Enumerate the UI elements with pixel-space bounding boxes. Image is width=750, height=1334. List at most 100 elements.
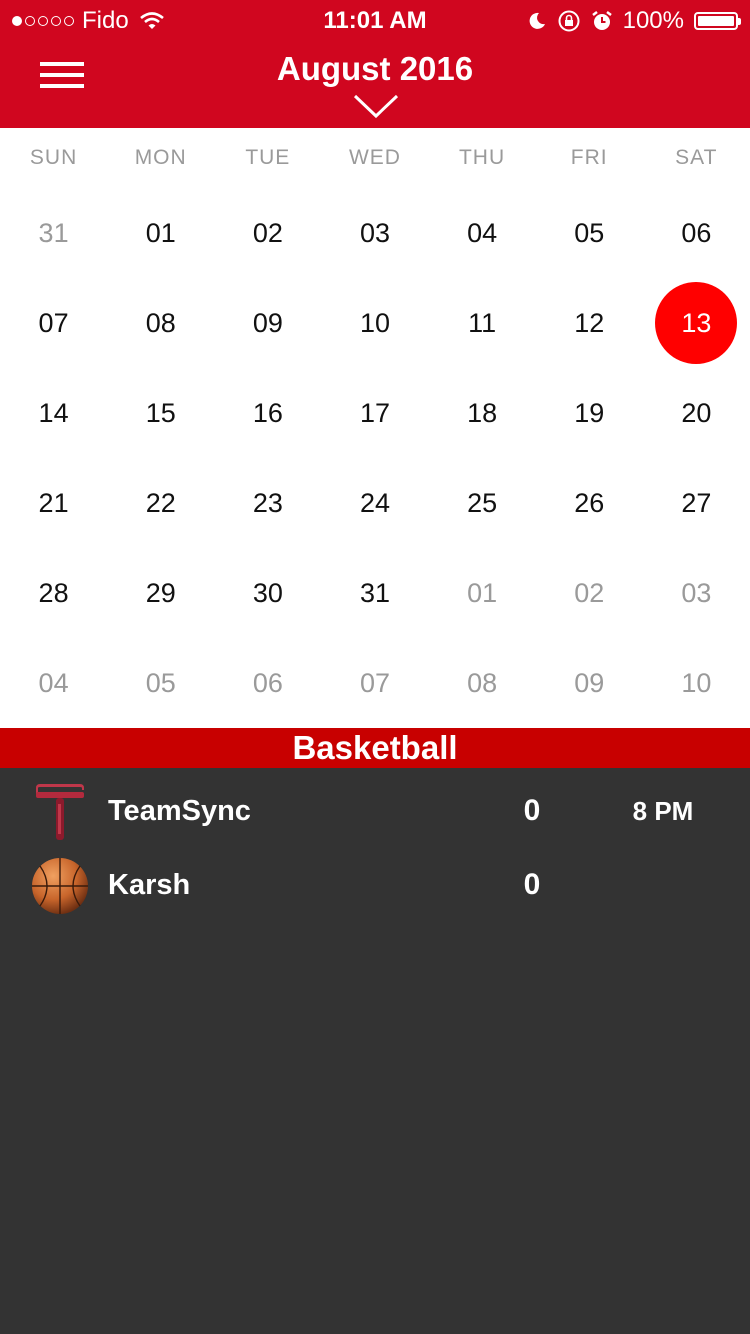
game-row-team-1[interactable]: TeamSync 0 8 PM bbox=[0, 776, 750, 846]
calendar-day[interactable]: 20 bbox=[643, 368, 750, 458]
day-number: 04 bbox=[467, 217, 498, 248]
moon-icon bbox=[529, 12, 545, 29]
calendar-day[interactable]: 08 bbox=[107, 278, 214, 368]
calendar-day[interactable]: 29 bbox=[107, 548, 214, 638]
calendar-day[interactable]: 10 bbox=[643, 638, 750, 728]
calendar-day[interactable]: 07 bbox=[0, 278, 107, 368]
team-name: Karsh bbox=[108, 869, 191, 901]
team-score: 0 bbox=[523, 868, 541, 901]
day-number: 01 bbox=[145, 217, 176, 248]
day-number: 08 bbox=[145, 307, 176, 338]
calendar-day[interactable]: 22 bbox=[107, 458, 214, 548]
day-number: 09 bbox=[252, 307, 283, 338]
day-number: 08 bbox=[467, 667, 498, 698]
calendar-day[interactable]: 14 bbox=[0, 368, 107, 458]
calendar-day[interactable]: 03 bbox=[643, 548, 750, 638]
game-row-team-2[interactable]: Karsh 0 bbox=[0, 850, 750, 920]
calendar-day[interactable]: 15 bbox=[107, 368, 214, 458]
day-number: 27 bbox=[681, 487, 712, 518]
weekday-label: FRI bbox=[570, 146, 608, 169]
day-number: 28 bbox=[38, 577, 69, 608]
chevron-down-icon[interactable] bbox=[353, 94, 399, 120]
calendar-day[interactable]: 06 bbox=[643, 188, 750, 278]
calendar-day[interactable]: 02 bbox=[536, 548, 643, 638]
calendar-day[interactable]: 12 bbox=[536, 278, 643, 368]
team-name: TeamSync bbox=[108, 795, 251, 827]
calendar-day[interactable]: 26 bbox=[536, 458, 643, 548]
calendar-day[interactable]: 03 bbox=[321, 188, 428, 278]
weekday-label: SAT bbox=[675, 146, 718, 169]
app-header: Fido 11:01 AM 100% August 2016 bbox=[0, 0, 750, 128]
calendar-day[interactable]: 31 bbox=[0, 188, 107, 278]
calendar-grid: 31 01 02 03 04 05 06 07 08 09 10 11 12 13 14 15 16 17 18 19… bbox=[0, 188, 750, 728]
day-number: 04 bbox=[38, 667, 69, 698]
calendar-day[interactable]: 25 bbox=[429, 458, 536, 548]
day-number: 03 bbox=[359, 217, 391, 248]
calendar-day[interactable]: 08 bbox=[429, 638, 536, 728]
game-time: 8 PM bbox=[632, 796, 694, 826]
day-number: 02 bbox=[574, 577, 605, 608]
day-number: 24 bbox=[359, 487, 391, 518]
day-number: 29 bbox=[145, 577, 176, 608]
calendar-day[interactable]: 02 bbox=[214, 188, 321, 278]
day-number: 30 bbox=[252, 577, 283, 608]
calendar-day[interactable]: 07 bbox=[321, 638, 428, 728]
calendar-day[interactable]: 27 bbox=[643, 458, 750, 548]
calendar-day[interactable]: 17 bbox=[321, 368, 428, 458]
day-number: 09 bbox=[574, 667, 605, 698]
day-number: 15 bbox=[145, 397, 176, 428]
calendar-day[interactable]: 19 bbox=[536, 368, 643, 458]
calendar-day[interactable]: 30 bbox=[214, 548, 321, 638]
calendar-day[interactable]: 28 bbox=[0, 548, 107, 638]
calendar-day[interactable]: 01 bbox=[107, 188, 214, 278]
weekday-label: SUN bbox=[29, 146, 78, 169]
alarm-icon bbox=[591, 11, 612, 30]
calendar-day[interactable]: 18 bbox=[429, 368, 536, 458]
battery-percentage: 100% bbox=[622, 7, 684, 34]
day-number: 05 bbox=[574, 217, 605, 248]
calendar-day[interactable]: 16 bbox=[214, 368, 321, 458]
day-number: 21 bbox=[38, 487, 69, 518]
day-number: 14 bbox=[38, 397, 69, 428]
battery-icon bbox=[694, 12, 741, 30]
teamsync-logo-icon bbox=[36, 784, 84, 840]
calendar-day[interactable]: 04 bbox=[0, 638, 107, 728]
day-number: 11 bbox=[468, 307, 497, 338]
calendar-day[interactable]: 05 bbox=[107, 638, 214, 728]
calendar-day[interactable]: 04 bbox=[429, 188, 536, 278]
day-number: 03 bbox=[681, 577, 712, 608]
day-number: 06 bbox=[681, 217, 712, 248]
weekday-label: WED bbox=[348, 146, 401, 169]
day-number: 19 bbox=[574, 397, 605, 428]
calendar-day[interactable]: 11 bbox=[429, 278, 536, 368]
day-number: 22 bbox=[145, 487, 176, 518]
day-number: 20 bbox=[681, 397, 712, 428]
weekday-label: TUE bbox=[245, 146, 291, 169]
day-number: 17 bbox=[359, 397, 391, 428]
day-number: 07 bbox=[38, 307, 69, 338]
day-number: 13 bbox=[655, 282, 738, 364]
calendar-day[interactable]: 10 bbox=[321, 278, 428, 368]
calendar-day[interactable]: 06 bbox=[214, 638, 321, 728]
day-number: 18 bbox=[467, 397, 498, 428]
calendar-day[interactable]: 21 bbox=[0, 458, 107, 548]
calendar-day[interactable]: 31 bbox=[321, 548, 428, 638]
weekday-header: SUN MON TUE WED THU FRI SAT bbox=[0, 128, 750, 188]
calendar-day[interactable]: 01 bbox=[429, 548, 536, 638]
month-title[interactable]: August 2016 bbox=[0, 50, 750, 88]
calendar-day[interactable]: 09 bbox=[536, 638, 643, 728]
calendar-day[interactable]: 23 bbox=[214, 458, 321, 548]
day-number: 10 bbox=[681, 667, 712, 698]
day-number: 05 bbox=[145, 667, 176, 698]
rotation-lock-icon bbox=[558, 10, 580, 32]
day-number: 12 bbox=[574, 307, 605, 338]
day-number: 26 bbox=[574, 487, 605, 518]
sport-section-header: Basketball bbox=[0, 728, 750, 768]
day-number: 16 bbox=[252, 397, 283, 428]
calendar-day[interactable]: 24 bbox=[321, 458, 428, 548]
status-bar: Fido 11:01 AM 100% bbox=[0, 0, 750, 40]
calendar-day-selected[interactable]: 13 bbox=[643, 278, 750, 368]
calendar-day[interactable]: 09 bbox=[214, 278, 321, 368]
calendar-day[interactable]: 05 bbox=[536, 188, 643, 278]
day-number: 25 bbox=[467, 487, 498, 518]
